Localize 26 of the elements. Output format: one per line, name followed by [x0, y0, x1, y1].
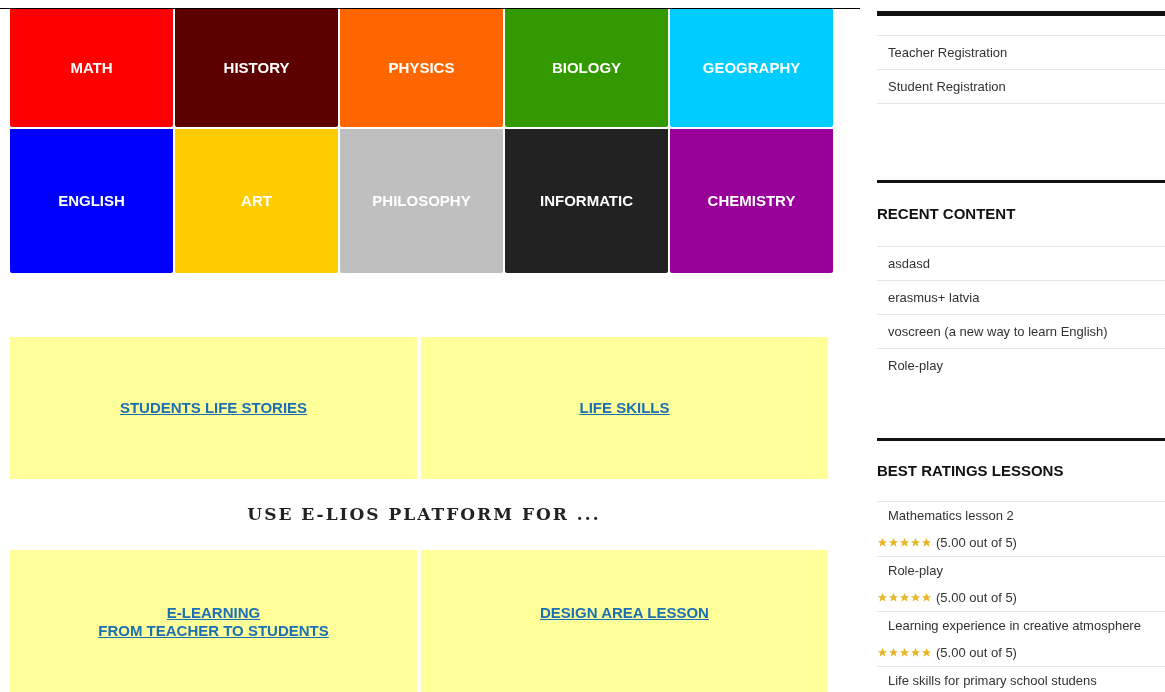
subject-tile[interactable]: HISTORY [175, 8, 338, 127]
subject-tile[interactable]: MATH [10, 8, 173, 127]
section-link[interactable]: STUDENTS LIFE STORIES [119, 397, 308, 420]
subject-tile[interactable]: INFORMATIC [505, 128, 668, 273]
content-link[interactable]: Role-play [888, 356, 943, 376]
content-link[interactable]: asdasd [888, 253, 930, 274]
lesson-link[interactable]: Learning experience in creative atmosphere [888, 615, 1141, 636]
widget-title: RECENT CONTENT [877, 204, 1016, 225]
registration-link[interactable]: Teacher Registration [888, 42, 1008, 63]
registration-link[interactable]: Student Registration [888, 76, 1006, 97]
rating-text: (5.00 out of 5) [936, 533, 1017, 552]
lesson-link[interactable]: Role-play [888, 560, 943, 581]
content-link[interactable]: erasmus+ latvia [888, 287, 980, 308]
lesson-link[interactable]: Mathematics lesson 2 [888, 505, 1014, 526]
rating-text: (5.00 out of 5) [936, 643, 1017, 662]
section-heading: USE E-LIOS PLATFORM FOR ... [247, 502, 601, 526]
section-link[interactable]: DESIGN AREA LESSON [540, 604, 709, 622]
subject-tile[interactable]: ENGLISH [10, 128, 173, 273]
widget-title: BEST RATINGS LESSONS [877, 460, 1064, 481]
subject-tile[interactable]: BIOLOGY [505, 8, 668, 127]
section-link[interactable]: E-LEARNING FROM TEACHER TO STUDENTS [98, 604, 329, 640]
lesson-link[interactable]: Life skills for primary school studens [888, 670, 1097, 691]
subject-tile[interactable]: CHEMISTRY [670, 128, 833, 273]
content-link[interactable]: voscreen (a new way to learn English) [888, 321, 1108, 342]
section-link[interactable]: LIFE SKILLS [579, 397, 670, 420]
rating-text: (5.00 out of 5) [936, 588, 1017, 607]
